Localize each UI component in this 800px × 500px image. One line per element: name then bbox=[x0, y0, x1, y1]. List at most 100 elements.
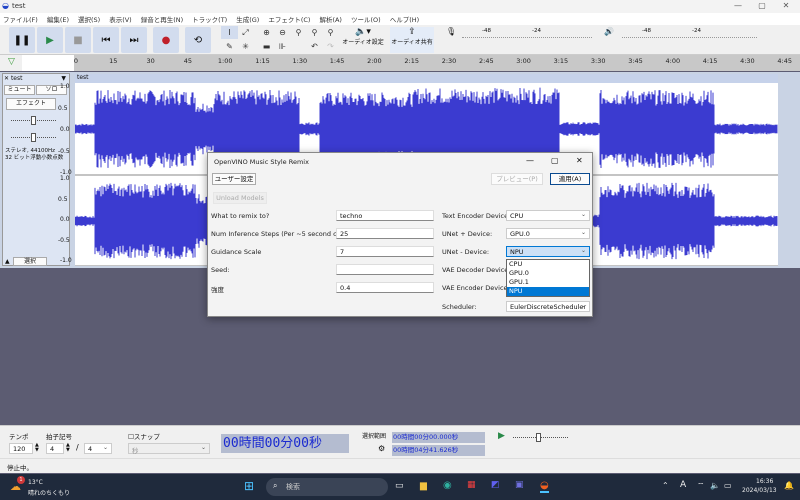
play-at-speed-button[interactable]: ▶ bbox=[498, 431, 505, 441]
dropdown-option-gpu1[interactable]: GPU.1 bbox=[507, 278, 589, 287]
fit-selection-button[interactable]: ⚲ bbox=[290, 26, 307, 39]
time-display[interactable]: 00時間00分00秒 bbox=[221, 434, 349, 453]
snap-checkbox[interactable]: ☐スナップ bbox=[128, 431, 160, 441]
redo-button[interactable]: ↷ bbox=[322, 40, 339, 53]
menu-effect[interactable]: エフェクト(C) bbox=[268, 14, 310, 24]
stop-button[interactable]: ■ bbox=[65, 27, 91, 53]
gain-slider[interactable] bbox=[11, 116, 56, 125]
pause-button[interactable]: ❚❚ bbox=[9, 27, 35, 53]
selection-start[interactable]: 00時間00分00.000秒 bbox=[392, 432, 485, 443]
unet-plus-select[interactable]: GPU.0 ⌄ bbox=[506, 228, 590, 239]
multi-tool[interactable]: ✳ bbox=[237, 40, 254, 53]
seed-input[interactable] bbox=[336, 264, 434, 275]
record-button[interactable]: ● bbox=[153, 27, 179, 53]
skip-end-button[interactable]: ⏭ bbox=[121, 27, 147, 53]
audio-share-button[interactable]: ⇪ オーディオ共有 bbox=[390, 27, 434, 53]
dialog-maximize-button[interactable]: ▢ bbox=[551, 156, 559, 165]
menu-help[interactable]: ヘルプ(H) bbox=[390, 14, 419, 24]
menu-view[interactable]: 表示(V) bbox=[109, 14, 132, 24]
inference-steps-input[interactable]: 25 bbox=[336, 228, 434, 239]
close-button[interactable]: ✕ bbox=[776, 1, 796, 10]
menu-transport[interactable]: 録音と再生(N) bbox=[141, 14, 183, 24]
store-icon[interactable]: ▦ bbox=[467, 480, 476, 490]
zoom-in-button[interactable]: ⊕ bbox=[258, 26, 275, 39]
menu-file[interactable]: ファイル(F) bbox=[3, 14, 38, 24]
clock-date[interactable]: 2024/03/13 bbox=[742, 487, 777, 494]
selection-end[interactable]: 00時間04分41.626秒 bbox=[392, 445, 485, 456]
play-head-area[interactable]: ▽ bbox=[0, 55, 22, 71]
tempo-input[interactable]: 120 bbox=[9, 443, 33, 454]
menu-tools[interactable]: ツール(O) bbox=[351, 14, 381, 24]
undo-button[interactable]: ↶ bbox=[306, 40, 323, 53]
timeline-ruler[interactable]: ▽ 0 15 30 45 1:00 1:15 1:30 1:45 2:00 2:15 2:30 2:4… bbox=[0, 55, 800, 71]
pan-slider[interactable] bbox=[11, 133, 56, 142]
skip-start-button[interactable]: ⏮ bbox=[93, 27, 119, 53]
snap-unit-select[interactable]: 秒 ⌄ bbox=[128, 443, 210, 455]
menu-analyze[interactable]: 解析(A) bbox=[319, 14, 342, 24]
time-sig-stepper[interactable]: ▲ ▼ bbox=[66, 443, 70, 453]
clock-time[interactable]: 16:36 bbox=[756, 478, 773, 485]
tempo-stepper[interactable]: ▲ ▼ bbox=[35, 443, 39, 453]
playback-meter[interactable]: -48 -24 bbox=[622, 27, 757, 38]
volume-icon[interactable]: 🔈 bbox=[710, 481, 720, 490]
record-meter[interactable]: -48 -24 bbox=[462, 27, 592, 38]
minimize-button[interactable]: — bbox=[728, 1, 748, 10]
wifi-icon[interactable]: ⌔ bbox=[697, 481, 705, 491]
clip-title[interactable]: test bbox=[75, 74, 778, 83]
dropdown-option-gpu0[interactable]: GPU.0 bbox=[507, 269, 589, 278]
dropdown-option-npu[interactable]: NPU bbox=[507, 287, 589, 296]
track-menu-icon[interactable]: ▼ bbox=[61, 75, 66, 82]
audio-settings-button[interactable]: 🔈▾ オーディオ設定 bbox=[342, 27, 384, 53]
time-sig-numerator[interactable]: 4 bbox=[46, 443, 64, 454]
select-track-button[interactable]: 選択 bbox=[13, 257, 47, 266]
task-view-icon[interactable]: ▭ bbox=[395, 481, 404, 491]
menu-generate[interactable]: 生成(G) bbox=[236, 14, 259, 24]
windows-start-icon[interactable]: ⊞ bbox=[244, 479, 254, 493]
dialog-minimize-button[interactable]: — bbox=[526, 156, 534, 165]
gear-icon[interactable]: ⚙ bbox=[378, 444, 385, 453]
file-explorer-icon[interactable]: ▆ bbox=[420, 481, 427, 491]
remix-prompt-input[interactable]: techno bbox=[336, 210, 434, 221]
track-close-icon[interactable]: ✕ bbox=[4, 75, 9, 82]
apply-button[interactable]: 適用(A) bbox=[550, 173, 590, 185]
teams-icon[interactable]: ▣ bbox=[515, 480, 524, 490]
zoom-out-button[interactable]: ⊖ bbox=[274, 26, 291, 39]
selection-tool[interactable]: I bbox=[221, 26, 238, 39]
unet-minus-select[interactable]: NPU ⌄ bbox=[506, 246, 590, 257]
silence-button[interactable]: ⊪ bbox=[274, 40, 291, 53]
dialog-close-button[interactable]: ✕ bbox=[576, 156, 583, 165]
effects-button[interactable]: エフェクト bbox=[6, 98, 56, 110]
guidance-scale-input[interactable]: 7 bbox=[336, 246, 434, 257]
audacity-taskbar-icon[interactable]: ◒ bbox=[540, 480, 549, 493]
menu-select[interactable]: 選択(S) bbox=[78, 14, 100, 24]
strength-input[interactable]: 0.4 bbox=[336, 282, 434, 293]
track-name[interactable]: test bbox=[11, 75, 23, 82]
scheduler-select[interactable]: EulerDiscreteScheduler ⌄ bbox=[506, 301, 590, 312]
collapse-icon[interactable]: ▲ bbox=[5, 258, 10, 265]
mute-button[interactable]: ミュート bbox=[4, 85, 35, 95]
unload-models-button[interactable]: Unload Models bbox=[213, 192, 267, 204]
track-header[interactable]: ✕ test ▼ bbox=[4, 75, 68, 84]
play-button[interactable]: ▶ bbox=[37, 27, 63, 53]
tray-chevron-icon[interactable]: ⌃ bbox=[662, 481, 669, 490]
dropdown-option-cpu[interactable]: CPU bbox=[507, 260, 589, 269]
envelope-tool[interactable]: ⤢ bbox=[237, 26, 254, 39]
user-settings-button[interactable]: ユーザー設定 bbox=[212, 173, 256, 185]
edge-icon[interactable]: ◉ bbox=[443, 480, 452, 491]
fit-project-button[interactable]: ⚲ bbox=[306, 26, 323, 39]
draw-tool[interactable]: ✎ bbox=[221, 40, 238, 53]
loop-button[interactable]: ⟲ bbox=[185, 27, 211, 53]
preview-button[interactable]: プレビュー(P) bbox=[491, 173, 543, 185]
notification-bell-icon[interactable]: 🔔 bbox=[784, 481, 794, 490]
battery-icon[interactable]: ▭ bbox=[724, 481, 732, 490]
search-box[interactable]: ⌕ 検索 bbox=[266, 478, 388, 496]
trim-button[interactable]: ▬ bbox=[258, 40, 275, 53]
app-icon[interactable]: ◩ bbox=[491, 480, 500, 490]
play-speed-slider[interactable] bbox=[513, 433, 568, 442]
menu-edit[interactable]: 編集(E) bbox=[47, 14, 69, 24]
time-sig-denominator[interactable]: 4 ⌄ bbox=[84, 443, 112, 454]
maximize-button[interactable]: ▢ bbox=[752, 1, 772, 10]
ime-icon[interactable]: A bbox=[680, 480, 686, 490]
menu-tracks[interactable]: トラック(T) bbox=[192, 14, 227, 24]
text-encoder-select[interactable]: CPU ⌄ bbox=[506, 210, 590, 221]
